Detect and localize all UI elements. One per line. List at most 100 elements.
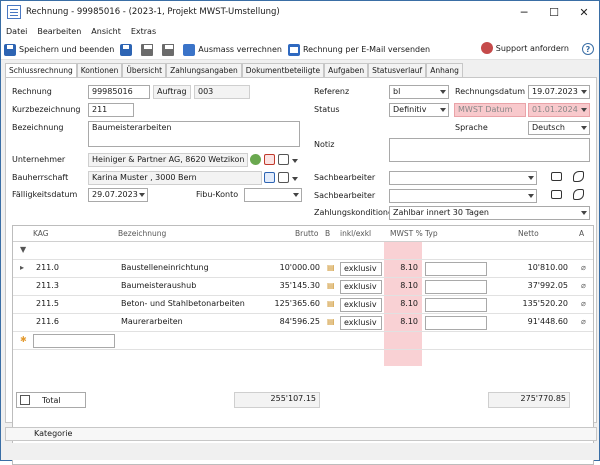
help-icon[interactable]: ? bbox=[582, 43, 594, 55]
chevron-down-icon[interactable] bbox=[528, 176, 534, 180]
contact-card-icon[interactable] bbox=[264, 172, 275, 183]
cell-bezeichnung[interactable]: Baumeisteraushub bbox=[118, 280, 199, 294]
menu-datei[interactable]: Datei bbox=[1, 27, 32, 36]
cell-typ[interactable] bbox=[425, 316, 487, 330]
cell-inkl-exkl[interactable]: exklusiv bbox=[340, 280, 382, 294]
print-button[interactable] bbox=[138, 41, 159, 59]
cell-kag[interactable]: 211.6 bbox=[33, 316, 62, 330]
header-inkl-exkl[interactable]: inkl/exkl bbox=[340, 229, 371, 238]
filter-row[interactable]: ▼ bbox=[13, 242, 593, 260]
cell-brutto[interactable]: 125'365.60 bbox=[238, 298, 323, 312]
new-kag-input[interactable] bbox=[33, 334, 115, 348]
person-icon[interactable] bbox=[250, 154, 261, 165]
cell-bezeichnung[interactable]: Baustelleneinrichtung bbox=[118, 262, 212, 276]
cell-typ[interactable] bbox=[425, 262, 487, 276]
header-a[interactable]: A bbox=[579, 229, 584, 238]
phone-icon[interactable] bbox=[573, 171, 584, 182]
referenz-field[interactable]: bl bbox=[389, 85, 449, 99]
tab-anhang[interactable]: Anhang bbox=[426, 63, 463, 77]
chevron-down-icon[interactable] bbox=[440, 108, 446, 112]
cell-inkl-exkl[interactable]: exklusiv bbox=[340, 298, 382, 312]
mail-icon[interactable] bbox=[551, 172, 562, 181]
cell-inkl-exkl[interactable]: exklusiv bbox=[340, 262, 382, 276]
edit-doc-icon[interactable]: ▤ bbox=[324, 280, 338, 294]
chevron-down-icon[interactable] bbox=[440, 90, 446, 94]
notiz-field[interactable] bbox=[389, 138, 590, 162]
cell-netto[interactable]: 37'992.05 bbox=[491, 280, 571, 294]
kurzbezeichnung-field[interactable]: 211 bbox=[88, 103, 134, 117]
cell-mwst[interactable]: 8.10 bbox=[386, 280, 421, 294]
header-bezeichnung[interactable]: Bezeichnung bbox=[118, 229, 166, 238]
edit-doc-icon[interactable]: ▤ bbox=[324, 316, 338, 330]
chevron-down-icon[interactable] bbox=[139, 193, 145, 197]
zahlungskonditionen-field[interactable]: Zahlbar innert 30 Tagen bbox=[389, 206, 590, 220]
sachbearbeiter2-field[interactable] bbox=[389, 189, 537, 203]
filter-icon[interactable]: ▼ bbox=[17, 244, 29, 258]
chevron-down-icon[interactable] bbox=[581, 211, 587, 215]
attachment-icon[interactable]: ⌀ bbox=[578, 262, 589, 276]
tab-aufgaben[interactable]: Aufgaben bbox=[324, 63, 369, 77]
chevron-down-icon[interactable] bbox=[581, 90, 587, 94]
bezeichnung-field[interactable]: Baumeisterarbeiten bbox=[88, 121, 300, 147]
unternehmer-field[interactable]: Heiniger & Partner AG, 8620 Wetzikon ZH bbox=[88, 153, 248, 167]
bauherrschaft-field[interactable]: Karina Muster , 3000 Bern bbox=[88, 171, 262, 185]
cell-mwst[interactable]: 8.10 bbox=[386, 298, 421, 312]
header-typ[interactable]: Typ bbox=[425, 229, 438, 238]
support-button[interactable]: Support anfordern bbox=[480, 42, 569, 54]
sprache-field[interactable]: Deutsch bbox=[528, 121, 590, 135]
phone-icon[interactable] bbox=[573, 189, 584, 200]
sachbearbeiter1-field[interactable] bbox=[389, 171, 537, 185]
chevron-down-icon[interactable] bbox=[581, 108, 587, 112]
table-row[interactable]: ▸ 211.0 Baustelleneinrichtung 10'000.00 … bbox=[13, 260, 593, 278]
save-button[interactable] bbox=[117, 41, 138, 59]
header-mwst[interactable]: MWST % bbox=[390, 229, 423, 238]
minimize-button[interactable]: ─ bbox=[509, 1, 539, 23]
address-book-icon[interactable] bbox=[278, 154, 289, 165]
edit-doc-icon[interactable]: ▤ bbox=[324, 298, 338, 312]
header-kag[interactable]: KAG bbox=[33, 229, 49, 238]
cell-netto[interactable]: 135'520.20 bbox=[491, 298, 571, 312]
chevron-down-icon[interactable] bbox=[292, 177, 298, 181]
cell-typ[interactable] bbox=[425, 280, 487, 294]
save-close-button[interactable]: Speichern und beenden bbox=[1, 41, 117, 59]
attachment-icon[interactable]: ⌀ bbox=[578, 280, 589, 294]
status-field[interactable]: Definitiv bbox=[389, 103, 449, 117]
table-row[interactable]: 211.3 Baumeisteraushub 35'145.30 ▤ exklu… bbox=[13, 278, 593, 296]
cell-mwst[interactable]: 8.10 bbox=[386, 316, 421, 330]
menu-bearbeiten[interactable]: Bearbeiten bbox=[32, 27, 86, 36]
cell-netto[interactable]: 10'810.00 bbox=[491, 262, 571, 276]
tab-dokumentbeteiligte[interactable]: Dokumentbeteiligte bbox=[241, 63, 325, 77]
tab-statusverlauf[interactable]: Statusverlauf bbox=[368, 63, 427, 77]
address-book-icon[interactable] bbox=[278, 172, 289, 183]
chevron-down-icon[interactable] bbox=[581, 126, 587, 130]
cell-kag[interactable]: 211.3 bbox=[33, 280, 62, 294]
cell-typ[interactable] bbox=[425, 298, 487, 312]
chevron-down-icon[interactable] bbox=[292, 159, 298, 163]
tab-kontionen[interactable]: Kontionen bbox=[76, 63, 123, 77]
edit-doc-icon[interactable]: ▤ bbox=[324, 262, 338, 276]
total-button[interactable]: Total bbox=[16, 392, 86, 408]
header-brutto[interactable]: Brutto bbox=[295, 229, 318, 238]
tab-zahlungsangaben[interactable]: Zahlungsangaben bbox=[166, 63, 242, 77]
fibu-konto-field[interactable] bbox=[244, 188, 302, 202]
email-button[interactable]: Rechnung per E-Mail versenden bbox=[285, 41, 433, 59]
faelligkeitsdatum-field[interactable]: 29.07.2023 bbox=[88, 188, 148, 202]
cell-kag[interactable]: 211.0 bbox=[33, 262, 62, 276]
cell-bezeichnung[interactable]: Beton- und Stahlbetonarbeiten bbox=[118, 298, 248, 312]
rechnung-field[interactable]: 99985016 bbox=[88, 85, 150, 99]
cell-mwst[interactable]: 8.10 bbox=[386, 262, 421, 276]
table-row[interactable]: 211.6 Maurerarbeiten 84'596.25 ▤ exklusi… bbox=[13, 314, 593, 332]
chevron-down-icon[interactable] bbox=[293, 193, 299, 197]
cell-inkl-exkl[interactable]: exklusiv bbox=[340, 316, 382, 330]
cell-bezeichnung[interactable]: Maurerarbeiten bbox=[118, 316, 186, 330]
attachment-icon[interactable]: ⌀ bbox=[578, 316, 589, 330]
preview-button[interactable] bbox=[159, 41, 180, 59]
kategorie-bar[interactable]: Kategorie bbox=[5, 427, 597, 441]
tab-uebersicht[interactable]: Übersicht bbox=[122, 63, 167, 77]
rechnungsdatum-field[interactable]: 19.07.2023 bbox=[528, 85, 590, 99]
header-netto[interactable]: Netto bbox=[518, 229, 539, 238]
menu-ansicht[interactable]: Ansicht bbox=[86, 27, 126, 36]
tab-schlussrechnung[interactable]: Schlussrechnung bbox=[5, 63, 77, 78]
cell-brutto[interactable]: 10'000.00 bbox=[238, 262, 323, 276]
cell-kag[interactable]: 211.5 bbox=[33, 298, 62, 312]
